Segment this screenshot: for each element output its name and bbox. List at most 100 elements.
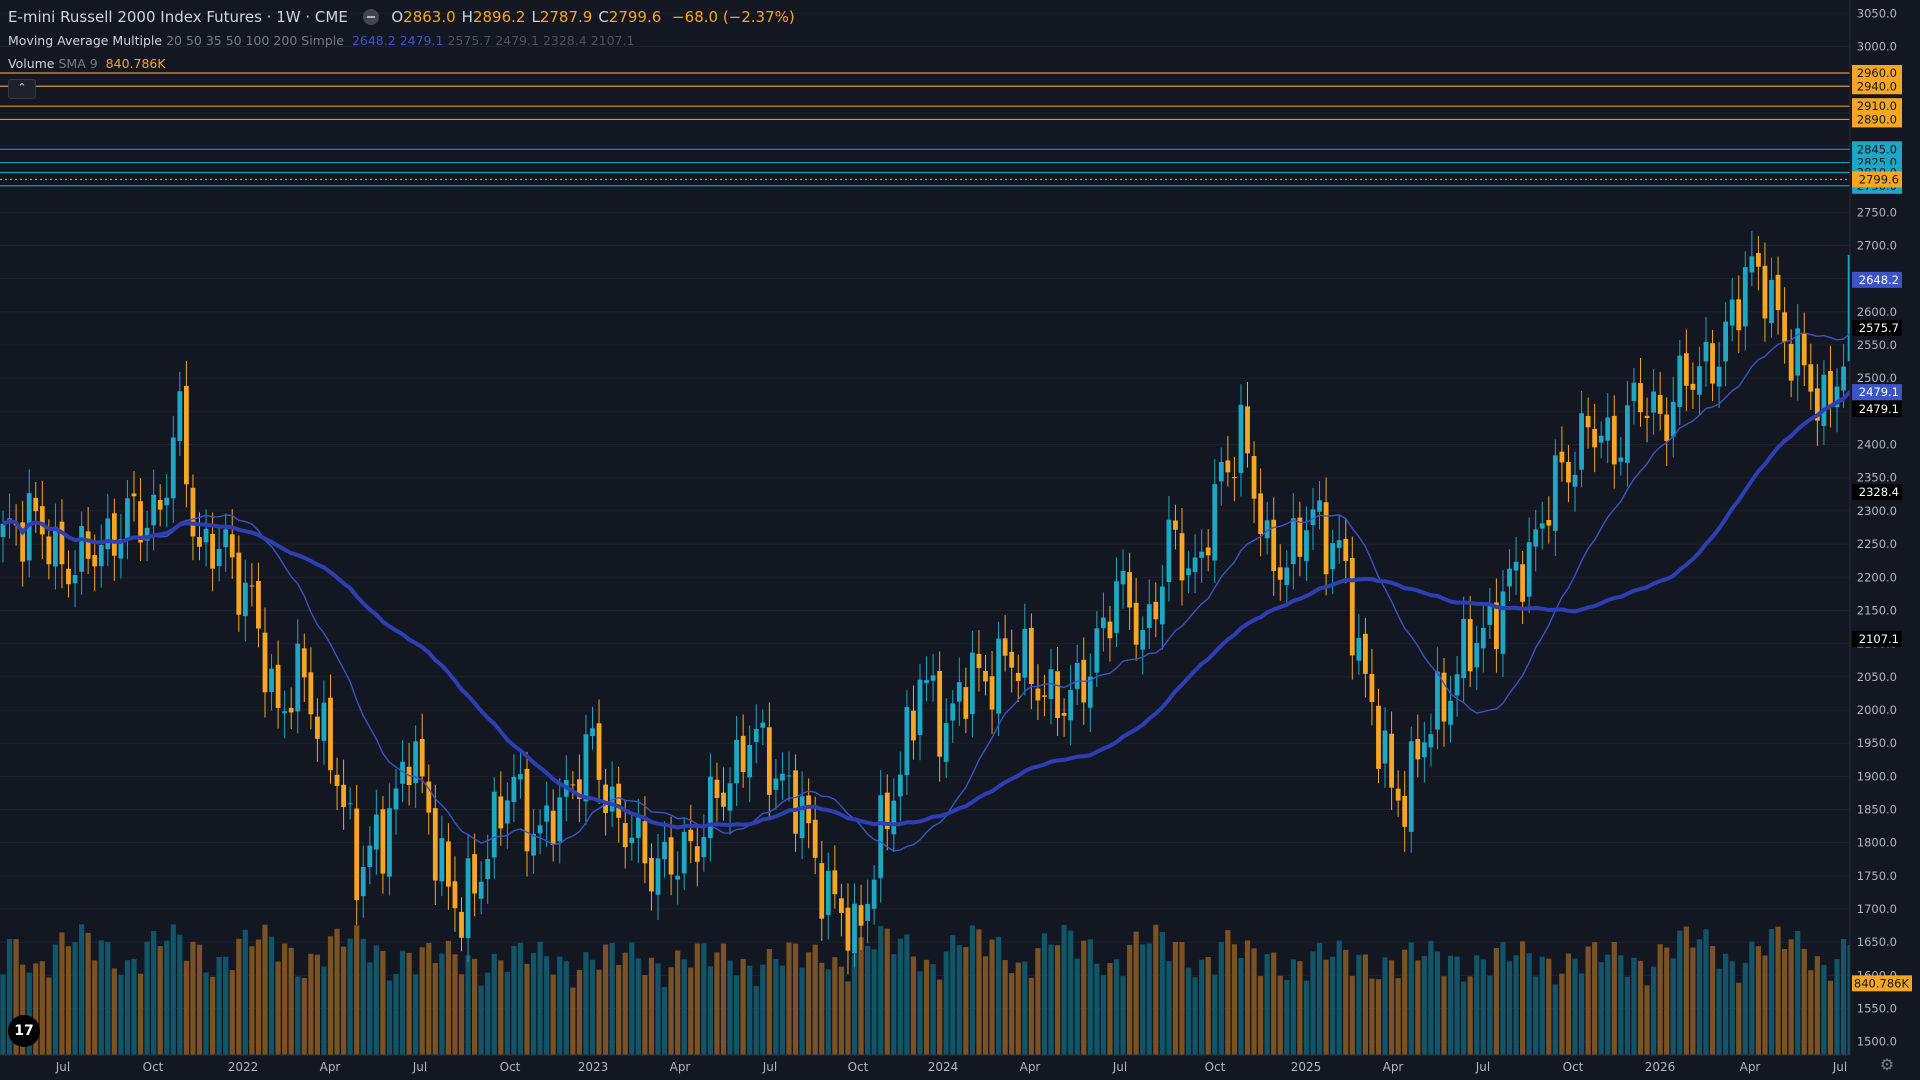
volume-bar — [825, 969, 831, 1055]
volume-bar — [262, 924, 268, 1055]
volume-bar — [675, 950, 681, 1055]
volume-bar — [589, 959, 596, 1055]
volume-bar — [268, 936, 275, 1055]
volume-bar — [1598, 962, 1604, 1055]
volume-bar — [1094, 963, 1100, 1055]
candle-body — [105, 518, 111, 550]
candle-body — [1173, 520, 1178, 530]
candle-body — [799, 796, 805, 839]
volume-bar — [1303, 980, 1310, 1055]
volume-bar — [635, 958, 641, 1055]
candle-body — [1742, 267, 1748, 327]
volume-legend[interactable]: Volume SMA 9 840.786K — [8, 56, 166, 71]
candle-body — [393, 788, 399, 810]
volume-bar — [812, 944, 818, 1055]
volume-bar — [334, 928, 340, 1055]
volume-bar — [1041, 933, 1048, 1055]
price-tick-label: 2700.0 — [1857, 239, 1897, 253]
candle-body — [1611, 415, 1617, 465]
candle-body — [1828, 370, 1833, 408]
candle-body — [917, 679, 923, 736]
volume-bar — [118, 974, 124, 1055]
volume-bar — [819, 962, 825, 1055]
candle-body — [1101, 617, 1106, 629]
candle-body — [1363, 633, 1368, 674]
volume-bar — [1487, 975, 1493, 1055]
volume-bar — [393, 973, 399, 1055]
time-tick-label: 2022 — [228, 1060, 259, 1074]
candle-body — [111, 513, 117, 556]
candle-body — [256, 580, 261, 629]
candle-body — [1841, 366, 1846, 391]
ma-legend[interactable]: Moving Average Multiple 20 50 35 50 100 … — [8, 33, 634, 48]
candle-body — [1205, 547, 1211, 556]
volume-bar — [1061, 924, 1067, 1055]
time-tick-label: Oct — [143, 1060, 164, 1074]
ohlc-value-h: 2896.2 — [472, 8, 526, 26]
volume-bar — [910, 956, 917, 1055]
candle-body — [1579, 413, 1584, 470]
candle-body — [1395, 788, 1401, 801]
candle-body — [419, 739, 425, 777]
volume-bar — [236, 938, 242, 1055]
time-tick-label: Oct — [848, 1060, 869, 1074]
tradingview-logo[interactable]: 17 — [8, 1015, 40, 1047]
volume-bar — [190, 941, 196, 1055]
price-tick-label: 2550.0 — [1857, 338, 1897, 352]
volume-bar — [648, 957, 655, 1055]
price-tick-label: 1900.0 — [1857, 769, 1897, 783]
volume-bar — [1716, 968, 1722, 1055]
candle-body — [544, 805, 550, 822]
candle-body — [1638, 383, 1643, 413]
volume-bar — [629, 942, 635, 1055]
candle-body — [629, 837, 635, 844]
volume-bar — [458, 974, 465, 1055]
volume-bar — [1271, 952, 1277, 1055]
level-tag-label: 2890.0 — [1857, 112, 1897, 126]
volume-bar — [1526, 953, 1532, 1055]
volume-bar — [1009, 973, 1015, 1055]
volume-bar — [1015, 962, 1021, 1055]
volume-bar — [386, 980, 393, 1055]
ma-value-0: 2648.2 — [351, 33, 396, 48]
eye-icon[interactable] — [362, 8, 379, 25]
symbol-title[interactable]: E-mini Russell 2000 Index Futures · 1W ·… — [8, 8, 348, 26]
candle-body — [1657, 394, 1663, 414]
volume-bar — [865, 945, 871, 1055]
volume-bar — [773, 958, 779, 1055]
candle-body — [1683, 353, 1689, 386]
volume-bar — [295, 976, 301, 1055]
candle-body — [1769, 279, 1774, 324]
price-chart[interactable]: 1500.01550.01600.01650.01700.01750.01800… — [0, 0, 1920, 1080]
candle-body — [472, 854, 477, 894]
candle-body — [1015, 672, 1021, 681]
volume-bar — [1729, 961, 1735, 1055]
ma-value-1: 2479.1 — [399, 33, 444, 48]
volume-bar — [445, 940, 451, 1055]
volume-bar — [399, 950, 406, 1055]
candle-body — [524, 768, 530, 852]
candle-body — [871, 879, 877, 909]
volume-bar — [1592, 942, 1598, 1055]
candle-body — [852, 903, 857, 954]
candle-body — [897, 774, 903, 797]
candle-body — [1651, 391, 1656, 413]
time-tick-label: Jul — [1112, 1060, 1127, 1074]
ohlc-key-h: H — [461, 8, 473, 26]
volume-bar — [0, 974, 6, 1055]
volume-bar — [779, 965, 786, 1055]
candle-body — [649, 858, 654, 892]
candle-body — [1631, 382, 1637, 402]
gear-icon[interactable]: ⚙ — [1878, 1056, 1896, 1074]
candle-body — [681, 831, 687, 874]
volume-bar — [1795, 930, 1801, 1055]
price-tick-label: 2200.0 — [1857, 570, 1897, 584]
volume-bar — [321, 966, 327, 1055]
volume-bar — [432, 962, 438, 1055]
collapse-legend-button[interactable]: ⌃ — [8, 79, 36, 99]
axis-tag-label: 2479.1 — [1859, 385, 1899, 399]
level-tag-label: 2940.0 — [1857, 79, 1897, 93]
volume-bar — [1611, 941, 1617, 1055]
volume-bar — [255, 939, 262, 1055]
volume-bar — [1225, 930, 1231, 1055]
